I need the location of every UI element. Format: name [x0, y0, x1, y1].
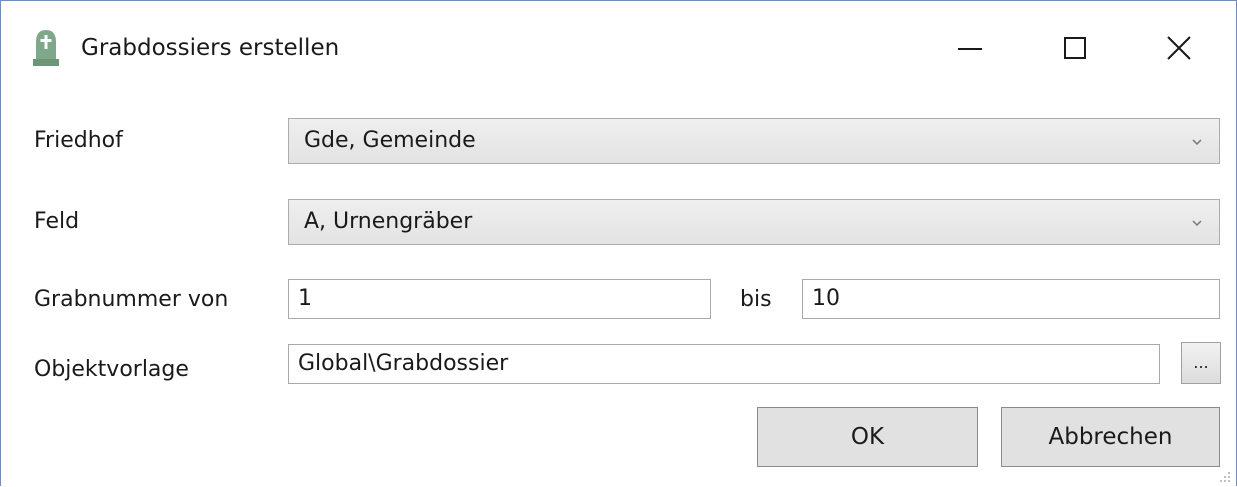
objektvorlage-value: Global\Grabdossier [298, 351, 509, 376]
grabnummer-from-input[interactable]: 1 [288, 279, 711, 319]
chevron-down-icon [1192, 139, 1202, 146]
friedhof-select[interactable]: Gde, Gemeinde [288, 118, 1220, 164]
close-icon [1167, 36, 1191, 60]
minimize-button[interactable] [944, 21, 1004, 71]
browse-button[interactable]: ... [1181, 342, 1221, 384]
maximize-button[interactable] [1049, 21, 1109, 71]
cancel-button[interactable]: Abbrechen [1001, 407, 1220, 467]
dialog-window: Grabdossiers erstellen Friedhof Gde, Gem… [0, 0, 1237, 486]
grabnummer-to-value: 10 [812, 286, 840, 311]
friedhof-label: Friedhof [34, 128, 123, 153]
feld-select[interactable]: A, Urnengräber [288, 199, 1220, 245]
objektvorlage-input[interactable]: Global\Grabdossier [288, 344, 1160, 384]
grabnummer-to-input[interactable]: 10 [802, 279, 1220, 319]
close-button[interactable] [1155, 21, 1215, 71]
friedhof-value: Gde, Gemeinde [304, 128, 476, 153]
feld-label: Feld [34, 209, 80, 234]
window-title: Grabdossiers erstellen [81, 35, 340, 61]
objektvorlage-label: Objektvorlage [34, 357, 189, 382]
grabnummer-label: Grabnummer von [34, 287, 229, 312]
gravestone-icon [33, 30, 59, 66]
grabnummer-to-label: bis [740, 287, 772, 312]
ok-button[interactable]: OK [757, 407, 978, 467]
resize-grip-icon[interactable] [1216, 468, 1232, 484]
minimize-icon [958, 48, 982, 50]
title-bar[interactable]: Grabdossiers erstellen [1, 1, 1236, 93]
feld-value: A, Urnengräber [304, 209, 473, 234]
browse-button-label: ... [1193, 353, 1209, 372]
grabnummer-from-value: 1 [298, 286, 312, 311]
chevron-down-icon [1192, 220, 1202, 227]
maximize-icon [1064, 37, 1086, 59]
